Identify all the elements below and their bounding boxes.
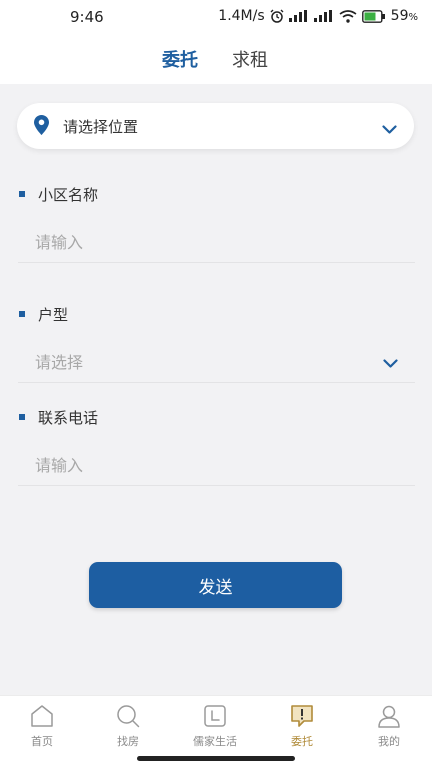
network-speed: 1.4M/s <box>218 8 265 24</box>
tab-commission[interactable]: 委托 <box>162 46 198 72</box>
layout-select[interactable]: 请选择 <box>35 349 83 373</box>
layout-label: 户型 <box>38 305 69 324</box>
divider <box>18 262 415 263</box>
tabbar-label: 委托 <box>291 735 313 748</box>
tabbar-item-life[interactable]: 儒家生活 <box>180 702 250 749</box>
tabbar-item-home[interactable]: 首页 <box>7 702 77 749</box>
location-selector[interactable]: 请选择位置 <box>17 103 414 149</box>
life-icon <box>202 702 228 730</box>
battery-icon <box>361 9 386 23</box>
signal-icon-2 <box>313 10 334 22</box>
commission-icon <box>288 702 316 730</box>
signal-icon <box>288 10 309 22</box>
search-icon <box>115 702 141 730</box>
community-name-input[interactable]: 请输入 <box>35 229 83 253</box>
tabbar-label: 儒家生活 <box>193 735 237 748</box>
status-bar: 9:46 1.4M/s 59% <box>0 0 432 36</box>
tabbar-label: 我的 <box>378 735 400 748</box>
status-icons: 1.4M/s 59% <box>218 8 418 24</box>
status-time: 9:46 <box>70 8 104 26</box>
tabbar-label: 找房 <box>117 735 139 748</box>
send-button[interactable]: 发送 <box>89 562 342 608</box>
tabbar-item-commission[interactable]: 委托 <box>267 702 337 749</box>
community-name-field: 小区名称 请输入 <box>18 184 415 264</box>
chevron-down-icon[interactable] <box>383 354 398 373</box>
alarm-icon <box>270 9 284 23</box>
wifi-icon <box>339 9 357 23</box>
layout-field: 户型 请选择 <box>18 304 415 384</box>
bullet-marker <box>19 414 25 420</box>
community-name-label: 小区名称 <box>38 185 99 204</box>
battery-level: 59% <box>390 8 418 24</box>
tabbar-label: 首页 <box>31 735 53 748</box>
location-placeholder: 请选择位置 <box>63 118 139 136</box>
bullet-marker <box>19 311 25 317</box>
phone-field: 联系电话 请输入 <box>18 407 415 487</box>
divider <box>18 485 415 486</box>
phone-label: 联系电话 <box>38 408 99 427</box>
bullet-marker <box>19 191 25 197</box>
tabbar-item-find[interactable]: 找房 <box>93 702 163 749</box>
top-tabs: 委托 求租 <box>0 36 432 84</box>
chevron-down-icon <box>382 120 397 139</box>
location-pin-icon <box>34 115 49 139</box>
home-icon <box>29 702 55 730</box>
home-indicator[interactable] <box>137 756 295 761</box>
profile-icon <box>376 702 402 730</box>
divider <box>18 382 415 383</box>
tabbar-item-profile[interactable]: 我的 <box>354 702 424 749</box>
phone-input[interactable]: 请输入 <box>35 452 83 476</box>
tab-rent-wanted[interactable]: 求租 <box>232 46 268 72</box>
